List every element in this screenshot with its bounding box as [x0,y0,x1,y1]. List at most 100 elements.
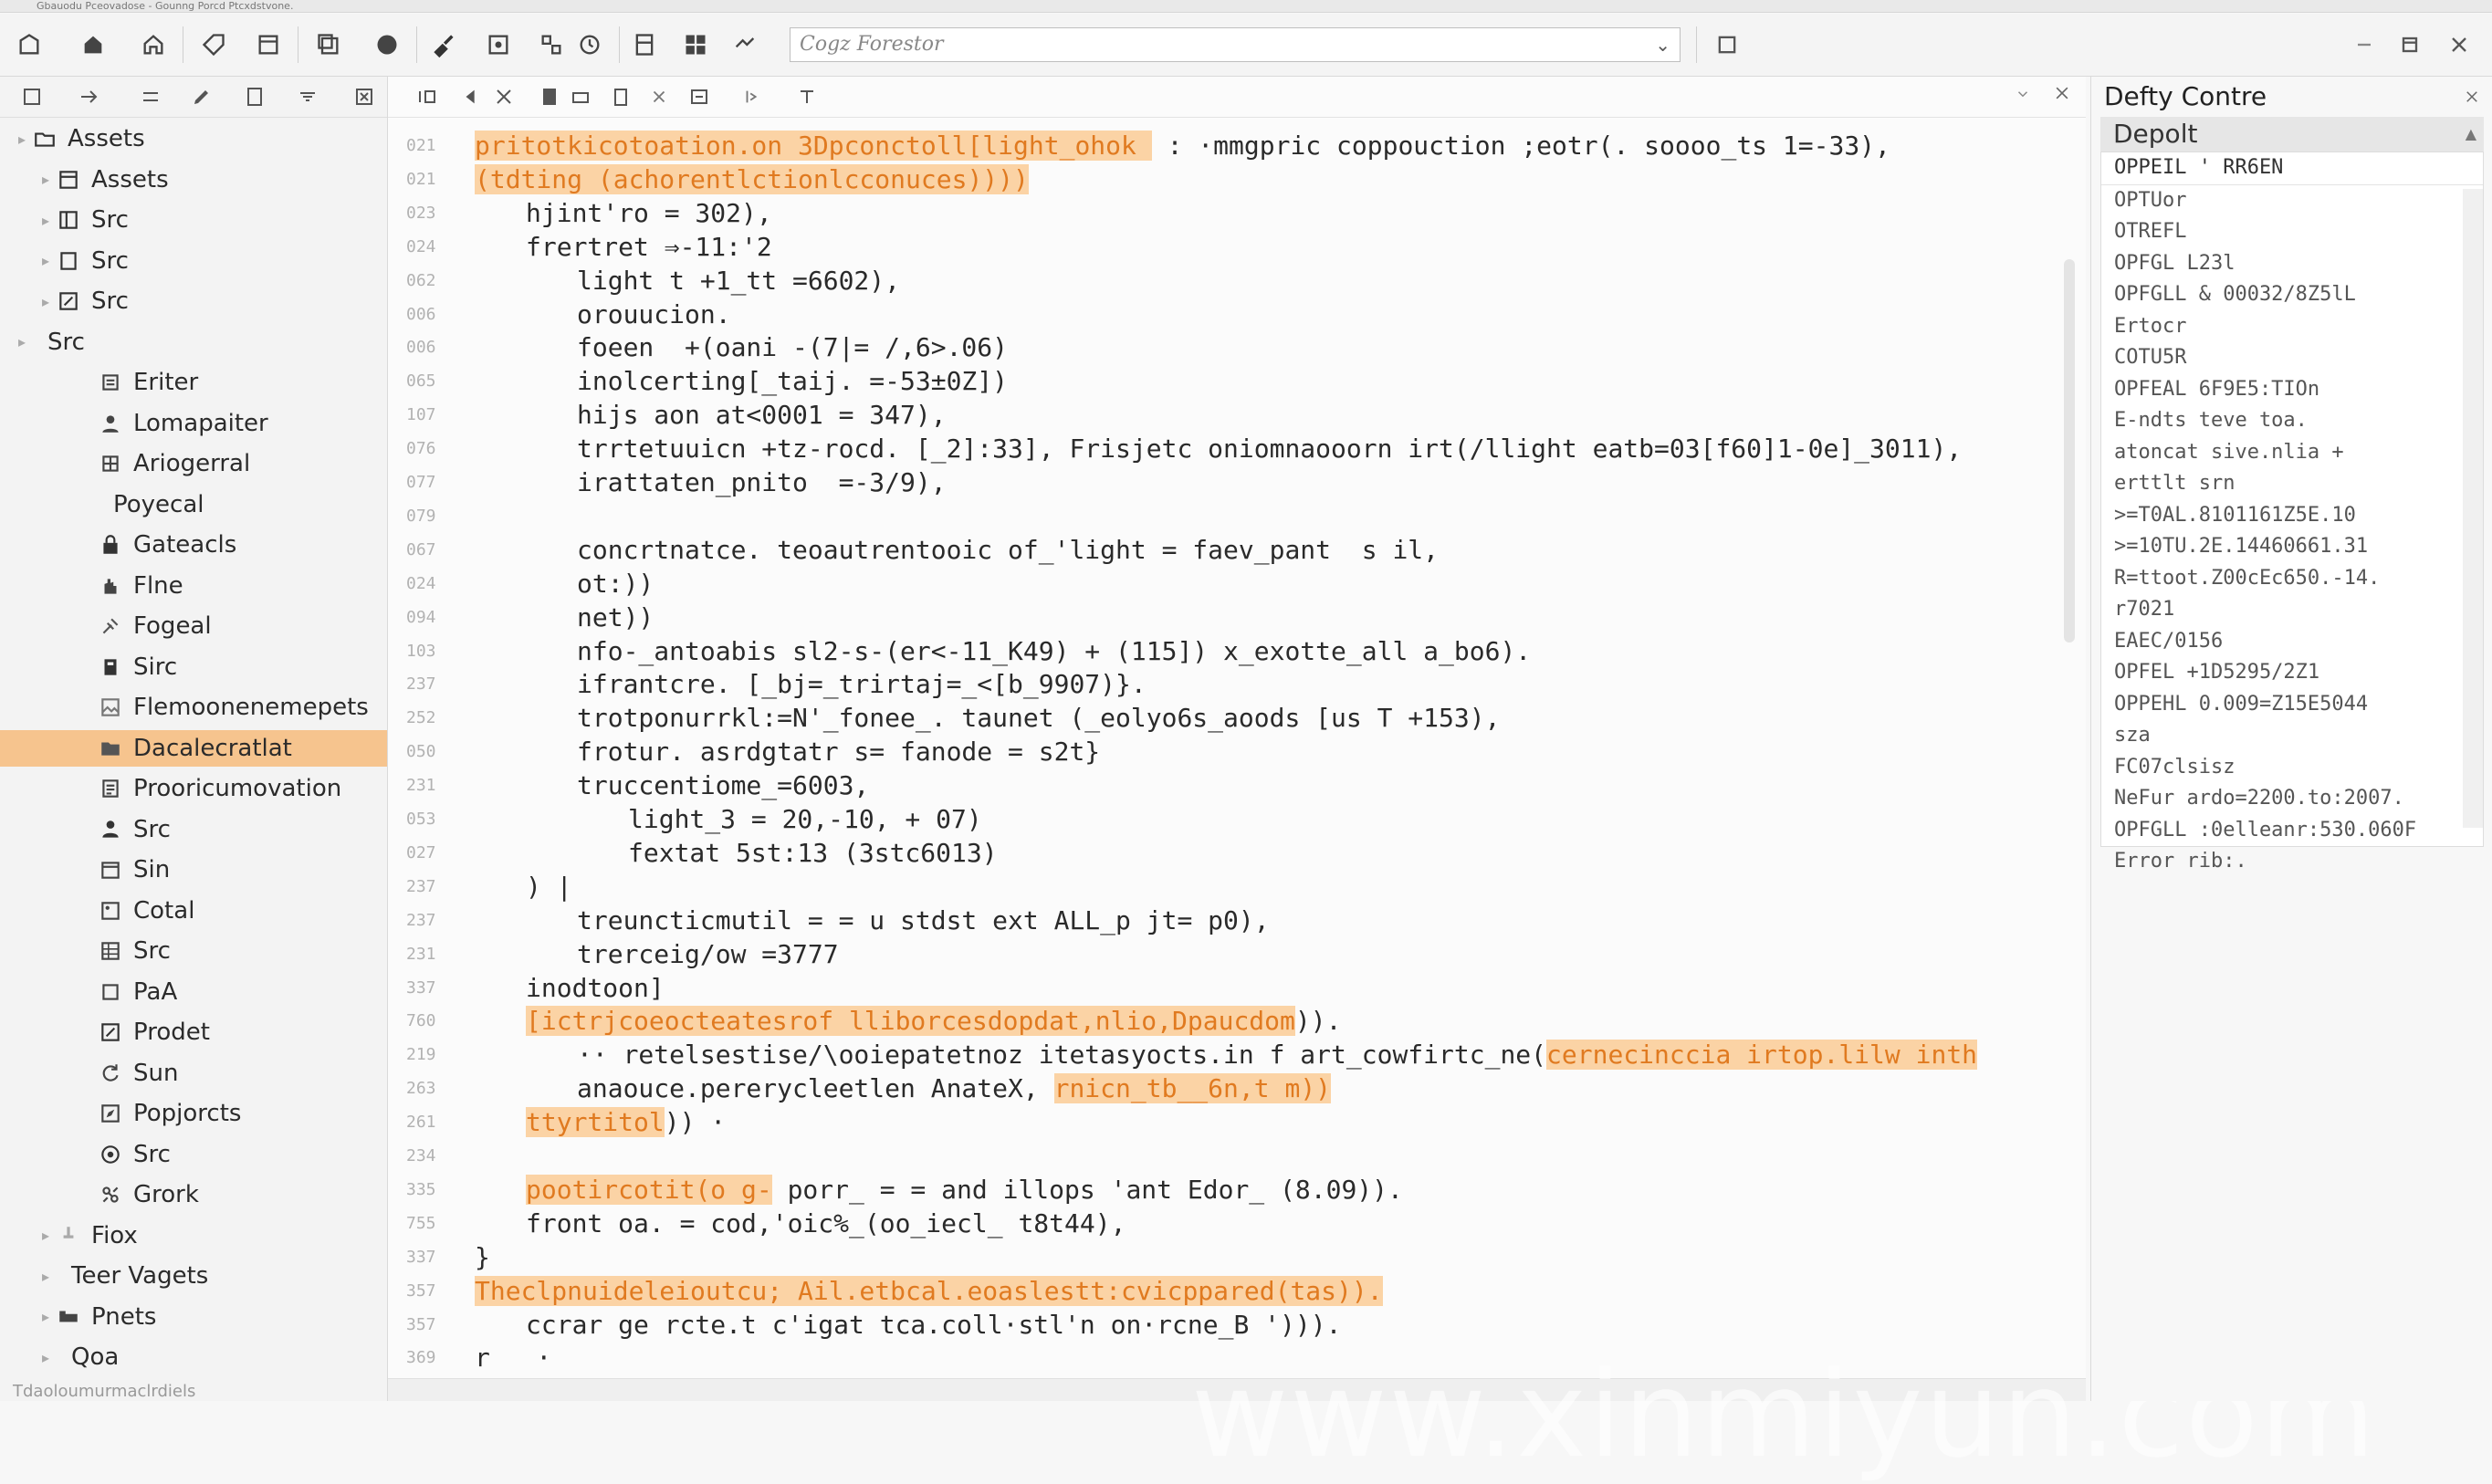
property-scrollbar[interactable] [2463,189,2483,828]
code-line[interactable]: 755 front oa. = cod,'oic%_(oo_iecl_ t8t44… [388,1207,2086,1240]
indent-icon[interactable] [738,83,766,110]
open-icon[interactable] [11,26,47,63]
print-icon[interactable] [567,83,594,110]
code-line[interactable]: 065 inolcerting[_taij. =-53±0Z]) [388,365,2086,398]
tree-item[interactable]: Src [0,1136,387,1173]
line-numbers-icon[interactable] [414,83,441,110]
doc-icon[interactable] [241,83,268,110]
pencil-icon[interactable] [188,83,215,110]
tag-icon[interactable] [195,26,232,63]
tree-item[interactable]: Src [0,811,387,848]
code-line[interactable]: 237) | [388,871,2086,904]
tree-item[interactable]: ▸ Assets [0,120,387,157]
shield-icon[interactable] [369,26,405,63]
clock-icon[interactable] [571,26,608,63]
tree-twisty-icon[interactable]: ▸ [13,333,31,350]
property-list[interactable]: OPPEIL ' RR6EN OPTUor OTREFL OPFGL L23l OPFG… [2100,152,2484,873]
tree-item[interactable]: PaA [0,974,387,1010]
tree-twisty-icon[interactable]: ▸ [37,1227,55,1244]
property-item[interactable]: NeFur ardo=2200.to:2007. [2101,783,2483,815]
document-selector[interactable]: Cogz Forestor ⌄ [790,27,1681,62]
share-dropdown-icon[interactable] [727,26,763,63]
code-line[interactable]: 219 ·· retelsestise/\ooiepatetnoz itetasy… [388,1039,2086,1071]
tree-item[interactable]: Poyecal [0,486,387,523]
property-item[interactable]: r7021 [2101,594,2483,626]
collapse-icon[interactable] [137,83,164,110]
tree-item[interactable]: Cotal [0,893,387,929]
tree-item[interactable]: Fogeal [0,608,387,644]
code-line[interactable]: 357 Theclpnuideleioutcu; Ail.etbcal.eoasl… [388,1275,2086,1308]
tree-twisty-icon[interactable]: ▸ [13,131,31,148]
code-line[interactable]: 076 trrtetuuicn +tz-rocd. [_2]:33], Frisj… [388,433,2086,465]
home-icon[interactable] [135,26,172,63]
property-item[interactable]: OPPEIL ' RR6EN [2101,152,2483,185]
code-line[interactable]: 021 pritotkicotoation.on 3Dpconctoll[ligh… [388,130,2086,162]
property-item[interactable]: erttlt srn [2101,468,2483,500]
tree-item[interactable]: ▸ Src [0,202,387,238]
property-item[interactable]: sza [2101,720,2483,752]
clear-icon[interactable] [645,83,673,110]
home-lock-icon[interactable] [75,26,111,63]
code-line[interactable]: 337 inodtoon] [388,972,2086,1005]
code-line[interactable]: 006 foeen +(oani -(7|= /,6>.06) [388,331,2086,364]
tree-item[interactable]: Sun [0,1055,387,1092]
code-line[interactable]: 024 ot:)) [388,568,2086,601]
tree-item[interactable]: Prodet [0,1014,387,1050]
tree-item[interactable]: Lomapaiter [0,405,387,442]
code-line[interactable]: 053 light_3 = 20,-10, + 07) [388,803,2086,836]
code-line[interactable]: 027 fextat 5st:13 (3stc6013) [388,837,2086,870]
code-line[interactable]: 337} [388,1241,2086,1274]
editor-close-icon[interactable] [2053,84,2071,108]
filter-icon[interactable] [294,83,321,110]
editor-scrollbar[interactable] [2064,259,2075,643]
property-item[interactable]: OTREFL [2101,216,2483,248]
property-item[interactable]: OPFGLL & 00032/8Z5lL [2101,279,2483,311]
code-line[interactable]: 261 ttyrtitol)) · [388,1106,2086,1139]
property-item[interactable]: E-ndts teve toa. [2101,405,2483,437]
code-line[interactable]: 024 frertret ⇒-11:'2 [388,231,2086,264]
tree-item[interactable]: ▸ Src [0,283,387,319]
panel-close-icon[interactable] [2464,77,2480,120]
tree-item[interactable]: Flne [0,568,387,604]
code-line[interactable]: 263 anaouce.pererycleetlen AnateX, rnicn_… [388,1072,2086,1105]
tree-item[interactable]: Sirc [0,649,387,685]
code-line[interactable]: 335 pootircotit(o g- porr_ = = and illops… [388,1174,2086,1207]
property-item[interactable]: >=10TU.2E.14460661.31 [2101,531,2483,563]
tree-twisty-icon[interactable]: ▸ [37,1268,55,1285]
clipboard-icon[interactable] [607,83,634,110]
property-item[interactable]: EAEC/0156 [2101,626,2483,658]
code-line[interactable]: 357 ccrar ge rcte.t c'igat tca.coll·stl'n… [388,1309,2086,1342]
property-item[interactable]: OPFEL +1D5295/2Z1 [2101,657,2483,689]
property-item[interactable]: FC07clsisz [2101,752,2483,784]
code-line[interactable]: 094 net)) [388,601,2086,634]
property-item[interactable]: COTU5R [2101,342,2483,374]
tree-twisty-icon[interactable]: ▸ [37,1349,55,1366]
code-line[interactable]: 231 truccentiome_=6003, [388,769,2086,802]
chevron-up-icon[interactable]: ▲ [2466,117,2476,152]
property-item[interactable]: Error rib:. [2101,846,2483,878]
tree-twisty-icon[interactable]: ▸ [37,1308,55,1325]
tree-item[interactable]: ▸ Pnets [0,1299,387,1335]
code-line[interactable]: 760 [ictrjcoeocteatesrof lliborcesdopdat,… [388,1005,2086,1038]
tree-item[interactable]: Gateacls [0,527,387,563]
scissors-icon[interactable] [490,83,518,110]
close-icon[interactable] [2441,26,2477,63]
panel-select[interactable]: Depolt ▲ [2100,117,2484,152]
format-icon[interactable] [686,83,713,110]
code-line[interactable]: 252 trotponurrkl:=N'_fonee_. taunet (_eol… [388,702,2086,735]
maximize-icon[interactable] [2392,26,2428,63]
tree-item[interactable]: Dacalecratlat [0,729,387,767]
text-format-icon[interactable] [793,83,821,110]
property-item[interactable]: R=ttoot.Z00cEc650.-14. [2101,563,2483,595]
code-line[interactable]: 103 nfo-_antoabis sl2-s-(er<-11_K49) + (1… [388,635,2086,668]
tree-item[interactable]: Ariogerral [0,445,387,482]
chevron-down-icon[interactable]: ⌄ [1655,28,1670,61]
property-item[interactable]: OPFGLL :0elleanr:530.060F [2101,815,2483,847]
property-item[interactable]: atoncat sive.nlia + [2101,437,2483,469]
code-line[interactable]: 237 treuncticmutil = = u stdst ext ALL_p … [388,904,2086,937]
panel-menu-icon[interactable] [2015,86,2031,107]
tree-item[interactable]: ▸ Fiox [0,1218,387,1254]
code-line[interactable]: 231 trerceig/ow =3777 [388,938,2086,971]
property-item[interactable]: OPPEHL 0.009=Z15E5044 [2101,689,2483,721]
window-icon[interactable] [250,26,287,63]
